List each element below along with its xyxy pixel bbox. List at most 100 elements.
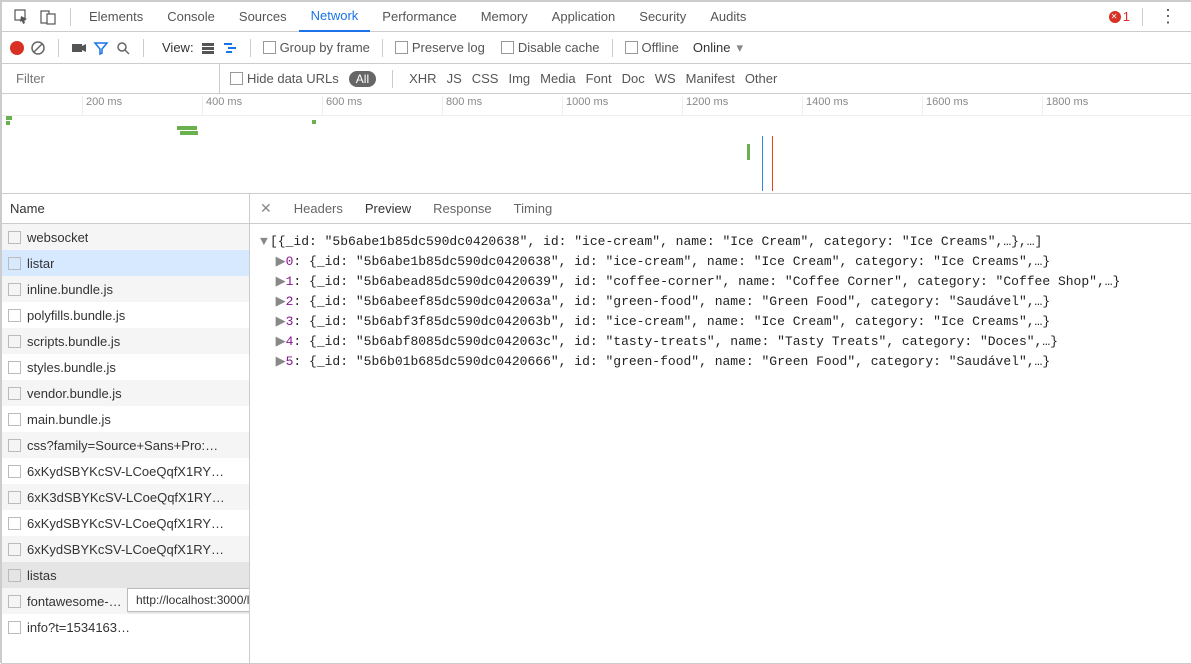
timeline-overview[interactable]: 200 ms 400 ms 600 ms 800 ms 1000 ms 1200…	[2, 94, 1191, 194]
json-root[interactable]: ▼[{_id: "5b6abe1b85dc590dc0420638", id: …	[260, 232, 1181, 252]
waterfall-view-icon[interactable]	[222, 40, 238, 56]
error-count-badge[interactable]: 1	[1109, 9, 1130, 24]
request-row[interactable]: styles.bundle.js	[2, 354, 249, 380]
file-icon	[8, 283, 21, 296]
inspect-element-icon[interactable]	[14, 9, 30, 25]
json-row[interactable]: ▶0: {_id: "5b6abe1b85dc590dc0420638", id…	[260, 252, 1181, 272]
waterfall-area	[2, 116, 1191, 194]
json-row[interactable]: ▶1: {_id: "5b6abead85dc590dc0420639", id…	[260, 272, 1181, 292]
request-row[interactable]: 6xKydSBYKcSV-LCoeQqfX1RY…	[2, 536, 249, 562]
request-row[interactable]: listas	[2, 562, 249, 588]
waterfall-bar	[312, 120, 316, 124]
json-row[interactable]: ▶5: {_id: "5b6b01b685dc590dc0420666", id…	[260, 352, 1181, 372]
detail-tabs: ✕ Headers Preview Response Timing	[250, 194, 1191, 224]
name-column-header[interactable]: Name	[2, 194, 249, 224]
more-menu-icon[interactable]: ⋮	[1155, 6, 1181, 27]
tick: 1400 ms	[802, 96, 848, 116]
request-row[interactable]: vendor.bundle.js	[2, 380, 249, 406]
close-icon[interactable]: ✕	[260, 200, 272, 217]
device-toolbar-icon[interactable]	[40, 9, 56, 25]
request-list[interactable]: websocket listar inline.bundle.js polyfi…	[2, 224, 249, 663]
preview-content[interactable]: ▼[{_id: "5b6abe1b85dc590dc0420638", id: …	[250, 224, 1191, 663]
request-row[interactable]: 6xK3dSBYKcSV-LCoeQqfX1RY…	[2, 484, 249, 510]
view-label: View:	[162, 40, 194, 55]
filter-type-js[interactable]: JS	[447, 71, 462, 86]
filter-type-doc[interactable]: Doc	[622, 71, 645, 86]
offline-option[interactable]: Offline	[625, 40, 679, 55]
waterfall-bar	[180, 131, 198, 135]
request-row[interactable]: scripts.bundle.js	[2, 328, 249, 354]
tab-application[interactable]: Application	[540, 2, 628, 32]
request-row[interactable]: 6xKydSBYKcSV-LCoeQqfX1RY…	[2, 458, 249, 484]
file-icon	[8, 387, 21, 400]
tab-label: Performance	[382, 9, 456, 24]
request-row[interactable]: polyfills.bundle.js	[2, 302, 249, 328]
filter-input[interactable]	[10, 64, 220, 93]
request-row[interactable]: 6xKydSBYKcSV-LCoeQqfX1RY…	[2, 510, 249, 536]
checkbox-icon	[263, 41, 276, 54]
caret-right-icon: ▶	[276, 332, 286, 352]
tab-headers[interactable]: Headers	[294, 201, 343, 216]
hide-data-urls-option[interactable]: Hide data URLs	[230, 71, 339, 86]
disable-cache-option[interactable]: Disable cache	[501, 40, 600, 55]
json-text: {_id: "5b6abf8085dc590dc042063c", id: "t…	[309, 334, 1058, 349]
preserve-log-option[interactable]: Preserve log	[395, 40, 485, 55]
waterfall-bar	[177, 126, 197, 130]
tab-audits[interactable]: Audits	[698, 2, 758, 32]
filter-type-manifest[interactable]: Manifest	[686, 71, 735, 86]
tick: 1600 ms	[922, 96, 968, 116]
tick: 600 ms	[322, 96, 362, 116]
json-row[interactable]: ▶4: {_id: "5b6abf8085dc590dc042063c", id…	[260, 332, 1181, 352]
json-text: {_id: "5b6abf3f85dc590dc042063b", id: "i…	[309, 314, 1050, 329]
filter-type-img[interactable]: Img	[508, 71, 530, 86]
tab-label: Security	[639, 9, 686, 24]
tab-response[interactable]: Response	[433, 201, 492, 216]
request-row[interactable]: info?t=1534163…	[2, 614, 249, 640]
tab-timing[interactable]: Timing	[514, 201, 553, 216]
tab-network[interactable]: Network	[299, 2, 371, 32]
option-label: Group by frame	[280, 40, 370, 55]
tab-sources[interactable]: Sources	[227, 2, 299, 32]
request-row[interactable]: websocket	[2, 224, 249, 250]
record-button[interactable]	[10, 41, 24, 55]
json-text: [{_id: "5b6abe1b85dc590dc0420638", id: "…	[270, 234, 1042, 249]
file-icon	[8, 309, 21, 322]
json-row[interactable]: ▶3: {_id: "5b6abf3f85dc590dc042063b", id…	[260, 312, 1181, 332]
filter-type-other[interactable]: Other	[745, 71, 778, 86]
filter-type-font[interactable]: Font	[586, 71, 612, 86]
file-icon	[8, 413, 21, 426]
tab-console[interactable]: Console	[155, 2, 227, 32]
request-row[interactable]: main.bundle.js	[2, 406, 249, 432]
checkbox-icon	[395, 41, 408, 54]
request-row[interactable]: listar	[2, 250, 249, 276]
json-row[interactable]: ▶2: {_id: "5b6abeef85dc590dc042063a", id…	[260, 292, 1181, 312]
filter-type-xhr[interactable]: XHR	[409, 71, 436, 86]
large-rows-icon[interactable]	[200, 40, 216, 56]
tab-elements[interactable]: Elements	[77, 2, 155, 32]
option-label: Offline	[642, 40, 679, 55]
tab-label: Console	[167, 9, 215, 24]
filter-type-ws[interactable]: WS	[655, 71, 676, 86]
separator	[382, 39, 383, 57]
tab-performance[interactable]: Performance	[370, 2, 468, 32]
request-row[interactable]: inline.bundle.js	[2, 276, 249, 302]
throttle-select[interactable]: Online▾	[693, 40, 743, 56]
tab-memory[interactable]: Memory	[469, 2, 540, 32]
filter-type-all[interactable]: All	[349, 71, 376, 87]
tab-security[interactable]: Security	[627, 2, 698, 32]
option-label: Disable cache	[518, 40, 600, 55]
devtools-top-tabs: Elements Console Sources Network Perform…	[2, 2, 1191, 32]
filter-type-media[interactable]: Media	[540, 71, 575, 86]
request-name: scripts.bundle.js	[27, 334, 120, 349]
file-icon	[8, 517, 21, 530]
search-icon[interactable]	[115, 40, 131, 56]
request-row[interactable]: css?family=Source+Sans+Pro:…	[2, 432, 249, 458]
tick: 400 ms	[202, 96, 242, 116]
clear-icon[interactable]	[30, 40, 46, 56]
camera-icon[interactable]	[71, 40, 87, 56]
caret-right-icon: ▶	[276, 272, 286, 292]
group-by-frame-option[interactable]: Group by frame	[263, 40, 370, 55]
filter-icon[interactable]	[93, 40, 109, 56]
tab-preview[interactable]: Preview	[365, 201, 411, 216]
filter-type-css[interactable]: CSS	[472, 71, 499, 86]
